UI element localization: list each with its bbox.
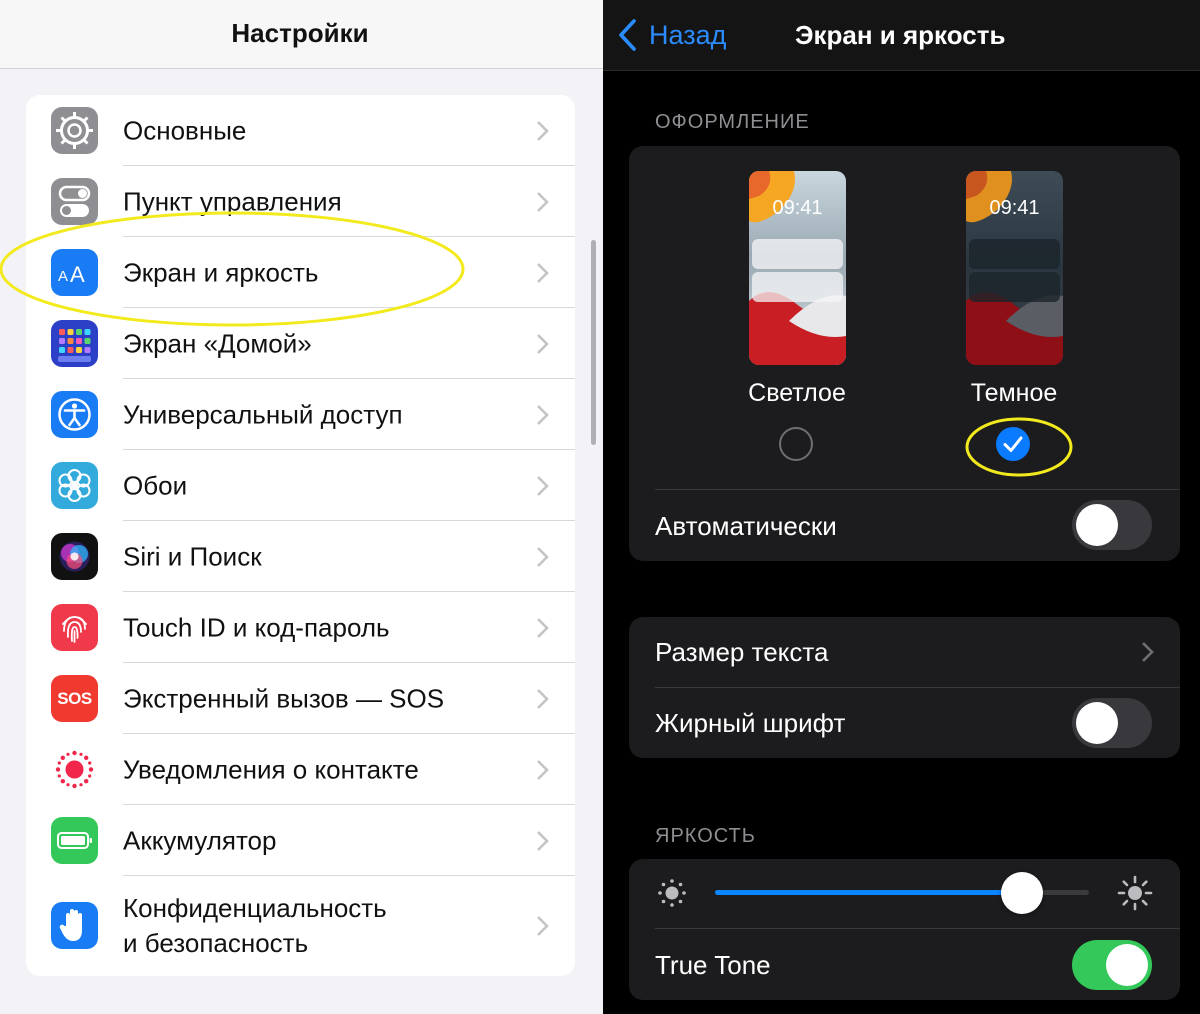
settings-item-label: Уведомления о контакте (123, 754, 419, 784)
battery-icon (51, 817, 98, 864)
settings-item-battery[interactable]: Аккумулятор (26, 805, 575, 876)
settings-item-siri-search[interactable]: Siri и Поиск (26, 521, 575, 592)
settings-item-exposure-notifications[interactable]: Уведомления о контакте (26, 734, 575, 805)
svg-text:A: A (70, 262, 85, 287)
settings-item-privacy-security[interactable]: Конфиденциальность и безопасность (26, 876, 575, 976)
chevron-right-icon (537, 333, 549, 354)
dark-mode-radio[interactable] (996, 427, 1030, 461)
chevron-right-icon (537, 191, 549, 212)
sos-icon-text: SOS (57, 688, 92, 708)
true-tone-toggle[interactable] (1072, 940, 1152, 990)
svg-text:A: A (58, 268, 68, 285)
brightness-high-icon (1117, 875, 1153, 911)
automatic-label: Автоматически (655, 511, 837, 541)
settings-item-home-screen[interactable]: Экран «Домой» (26, 308, 575, 379)
siri-icon (51, 533, 98, 580)
light-mode-radio[interactable] (779, 427, 813, 461)
automatic-toggle[interactable] (1072, 500, 1152, 550)
chevron-right-icon (1142, 642, 1154, 662)
chevron-right-icon (537, 830, 549, 851)
home-grid-icon (51, 320, 98, 367)
text-group: Размер текста Жирный шрифт (629, 617, 1180, 758)
settings-item-label: Основные (123, 115, 247, 145)
brightness-header: ЯРКОСТЬ (655, 825, 756, 847)
settings-item-label-line2: и безопасность (123, 928, 309, 958)
display-brightness-panel: Назад Экран и яркость ОФОРМЛЕНИЕ 09:41 0… (603, 0, 1200, 1014)
chevron-right-icon (537, 262, 549, 283)
checkmark-icon (1003, 436, 1023, 452)
toggle-knob (1106, 944, 1148, 986)
appearance-group: 09:41 09:41 Светлое Темное Автоматически (629, 146, 1180, 561)
settings-list: Основные Пункт управления A A Экран и яр… (26, 95, 575, 976)
chevron-right-icon (537, 759, 549, 780)
nav-bar: Назад Экран и яркость (603, 0, 1200, 71)
chevron-right-icon (537, 546, 549, 567)
accessibility-icon (51, 391, 98, 438)
settings-item-label-line1: Конфиденциальность (123, 893, 387, 923)
text-size-icon: A A (51, 249, 98, 296)
chevron-right-icon (537, 617, 549, 638)
bold-text-toggle[interactable] (1072, 698, 1152, 748)
page-title: Настройки (231, 18, 369, 48)
settings-item-general[interactable]: Основные (26, 95, 575, 166)
settings-item-emergency-sos[interactable]: SOS Экстренный вызов — SOS (26, 663, 575, 734)
true-tone-label: True Tone (655, 950, 771, 980)
light-mode-label: Светлое (748, 379, 846, 407)
separator (655, 489, 1180, 490)
toggle-knob (1076, 702, 1118, 744)
flower-icon (51, 462, 98, 509)
scrollbar[interactable] (591, 240, 596, 445)
settings-item-accessibility[interactable]: Универсальный доступ (26, 379, 575, 450)
toggle-knob (1076, 504, 1118, 546)
chevron-right-icon (537, 120, 549, 141)
settings-item-label: Универсальный доступ (123, 399, 403, 429)
settings-item-label: Экран и яркость (123, 257, 319, 287)
chevron-left-icon (619, 19, 636, 51)
toggles-icon (51, 178, 98, 225)
settings-item-label: Экстренный вызов — SOS (123, 683, 445, 713)
brightness-low-icon (658, 879, 686, 907)
preview-time: 09:41 (989, 197, 1040, 219)
appearance-header: ОФОРМЛЕНИЕ (655, 111, 810, 133)
gear-icon (51, 107, 98, 154)
chevron-right-icon (537, 916, 549, 936)
sos-icon: SOS (51, 675, 98, 722)
exposure-icon (51, 746, 98, 793)
brightness-slider-fill (715, 890, 1022, 895)
settings-item-label: Обои (123, 470, 188, 500)
preview-time: 09:41 (772, 197, 823, 219)
chevron-right-icon (537, 404, 549, 425)
chevron-right-icon (537, 688, 549, 709)
settings-item-control-center[interactable]: Пункт управления (26, 166, 575, 237)
settings-item-label: Экран «Домой» (123, 328, 312, 358)
settings-item-label: Siri и Поиск (123, 541, 262, 571)
settings-item-label: Touch ID и код-пароль (123, 612, 390, 642)
settings-item-touch-id[interactable]: Touch ID и код-пароль (26, 592, 575, 663)
nav-bar: Настройки (0, 0, 603, 69)
brightness-group: True Tone (629, 859, 1180, 1000)
page-title: Экран и яркость (795, 20, 1006, 50)
text-size-label[interactable]: Размер текста (655, 637, 828, 668)
dark-mode-preview[interactable]: 09:41 (966, 171, 1063, 365)
bold-text-label: Жирный шрифт (655, 708, 846, 738)
settings-item-wallpaper[interactable]: Обои (26, 450, 575, 521)
back-label: Назад (649, 19, 727, 50)
separator (655, 928, 1180, 929)
chevron-right-icon (537, 475, 549, 496)
dark-mode-label: Темное (970, 379, 1058, 407)
back-button[interactable]: Назад (617, 15, 726, 55)
brightness-slider-thumb[interactable] (1000, 871, 1043, 914)
settings-item-label: Конфиденциальность и безопасность (123, 891, 387, 961)
settings-item-display-brightness[interactable]: A A Экран и яркость (26, 237, 575, 308)
settings-item-label: Пункт управления (123, 186, 342, 216)
settings-panel: Настройки Основные Пункт управления A A … (0, 0, 603, 1014)
hand-icon (51, 902, 98, 949)
separator (655, 687, 1180, 688)
fingerprint-icon (51, 604, 98, 651)
light-mode-preview[interactable]: 09:41 (749, 171, 846, 365)
settings-item-label: Аккумулятор (123, 825, 277, 855)
